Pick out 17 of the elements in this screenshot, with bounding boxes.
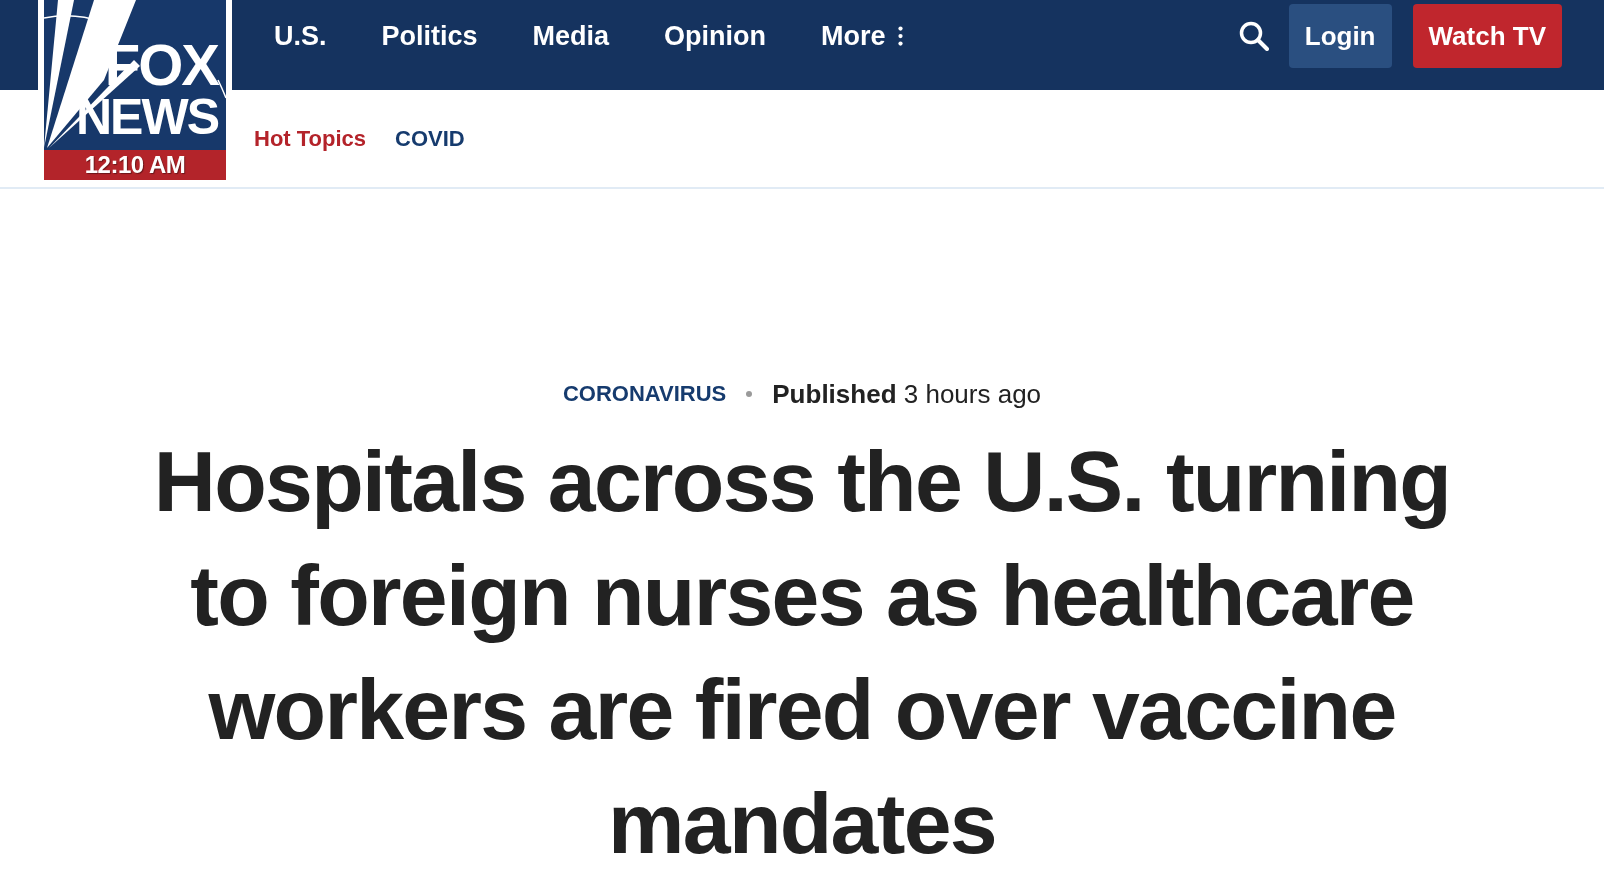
- nav-link[interactable]: Opinion: [664, 22, 767, 50]
- publish-info: Published 3 hours ago: [772, 381, 1042, 407]
- clock-time: 12:10 AM: [84, 153, 186, 177]
- login-button[interactable]: Login: [1288, 4, 1392, 68]
- nav-link[interactable]: U.S.: [274, 22, 327, 50]
- nav-link[interactable]: Politics: [381, 22, 478, 50]
- category-link[interactable]: CORONAVIRUS: [562, 383, 727, 405]
- watch-button[interactable]: Watch TV: [1412, 4, 1562, 68]
- topic-link[interactable]: COVID: [395, 127, 465, 150]
- search-icon[interactable]: [1238, 21, 1269, 51]
- bullet-icon: [746, 391, 753, 397]
- nav-menu-link[interactable]: More: [821, 22, 903, 50]
- headline: Hospitals across the U.S. turning to foreign nurses as healthcare workers are fired over vaccine mandates: [152, 432, 1452, 873]
- topic-link[interactable]: Hot Topics: [254, 127, 367, 150]
- nav-link[interactable]: Media: [532, 22, 610, 50]
- kebab-icon: [897, 26, 903, 46]
- logo-text: NEWS: [76, 92, 218, 142]
